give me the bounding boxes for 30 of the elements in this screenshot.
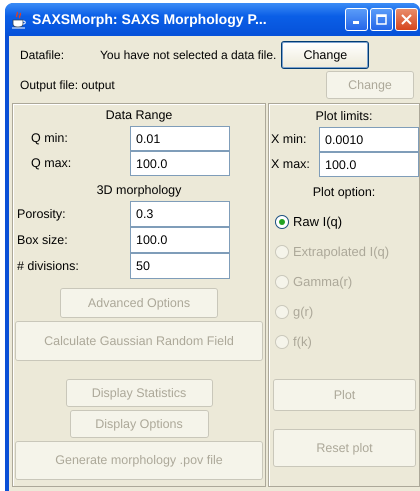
field-label: Box size:: [16, 232, 69, 249]
field-label: X max:: [270, 156, 311, 174]
text-field[interactable]: 50: [130, 253, 230, 279]
window-title: SAXSMorph: SAXS Morphology P...: [32, 10, 268, 29]
close-button[interactable]: [395, 8, 418, 31]
maximize-icon: [376, 14, 387, 25]
coffee-cup-icon: [11, 10, 27, 28]
output-file-label: Output file: output: [20, 77, 116, 94]
text-field[interactable]: 100.0: [130, 227, 230, 253]
text-field[interactable]: 0.3: [130, 201, 230, 227]
field-label: Q max:: [30, 155, 72, 172]
text-field[interactable]: 0.01: [130, 126, 230, 151]
change-button[interactable]: Change: [281, 41, 370, 69]
field-label: Porosity:: [16, 206, 67, 223]
field-label: X min:: [270, 131, 308, 148]
section-heading: Data Range: [106, 107, 172, 124]
maximize-button[interactable]: [370, 8, 393, 31]
section-heading: Plot option:: [312, 184, 376, 201]
datafile-label: Datafile:: [20, 47, 66, 64]
radio-option[interactable]: Raw I(q): [269, 207, 419, 237]
minimize-button[interactable]: [345, 8, 368, 31]
text-field[interactable]: 100.0: [130, 151, 230, 176]
close-icon: [401, 14, 412, 25]
field-label: # divisions:: [16, 258, 80, 275]
section-heading: 3D morphology: [96, 182, 182, 199]
text-field[interactable]: 0.0010: [319, 127, 419, 152]
datafile-path-text: You have not selected a data file.: [100, 47, 276, 64]
field-label: Q min:: [30, 130, 69, 148]
text-field[interactable]: 100.0: [319, 152, 419, 177]
section-heading: Plot limits:: [314, 108, 374, 125]
